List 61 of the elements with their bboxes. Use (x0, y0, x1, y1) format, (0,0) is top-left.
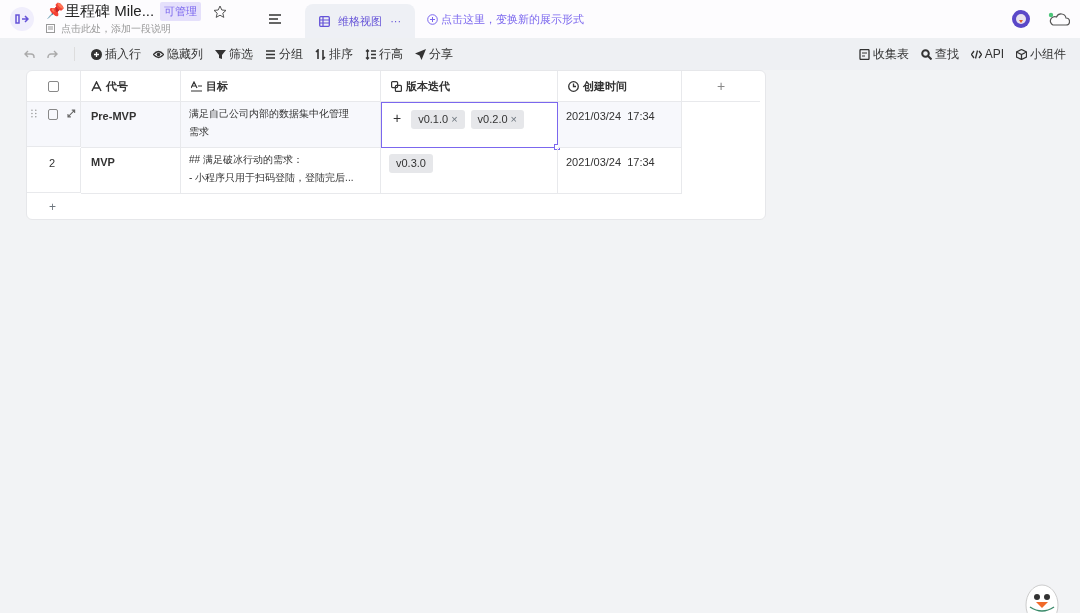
paper-plane-icon (415, 48, 426, 60)
link-cell[interactable]: + v0.1.0 × v0.2.0 × (381, 102, 558, 148)
list-icon (265, 48, 276, 60)
avatar-icon[interactable] (1012, 10, 1030, 28)
search-icon (920, 48, 932, 60)
row-number: 2 (49, 156, 56, 171)
filter-icon (215, 48, 226, 60)
star-icon[interactable] (213, 4, 228, 19)
link-icon (391, 80, 402, 92)
remove-icon[interactable]: × (510, 111, 517, 128)
cube-icon (1016, 48, 1027, 60)
sheet-title: 📌里程碑 Mile... (46, 3, 155, 20)
clock-icon (568, 80, 579, 92)
toolbar-button[interactable]: 筛选 (215, 45, 253, 63)
add-row-button[interactable]: + (49, 197, 56, 216)
logo-icon[interactable] (10, 7, 34, 31)
toolbar-button[interactable]: 排序 (315, 45, 353, 63)
mascot-icon (1024, 583, 1060, 613)
eye-icon (153, 48, 164, 60)
long-text-icon (191, 80, 202, 92)
table-cell: MVP (81, 148, 181, 194)
add-tag-button[interactable]: + (393, 110, 402, 126)
text-field-icon (91, 80, 102, 92)
note-icon (46, 23, 55, 33)
code-icon (970, 48, 982, 60)
permission-tag: 可管理 (160, 2, 202, 21)
form-icon (858, 48, 870, 60)
table-cell: Pre-MVP (81, 102, 181, 148)
view-tab[interactable]: 维格视图 ··· (305, 4, 416, 38)
table-cell-text: 满足自己公司内部的数据集中化管理需求 (189, 107, 350, 139)
version-tag: v0.2.0 × (470, 110, 524, 129)
table-cell-text: - 小程序只用于扫码登陆，登陆完后... (189, 171, 355, 185)
menu-icon[interactable] (269, 14, 282, 24)
sort-icon (315, 48, 326, 60)
table-cell: 2021/03/24 17:34 (558, 148, 682, 194)
expand-icon[interactable] (67, 109, 76, 118)
toolbar-button[interactable]: 分享 (415, 45, 453, 63)
table-cell: 2021/03/24 17:34 (558, 102, 682, 148)
toolbar-button[interactable]: 插入行 (91, 45, 141, 63)
toolbar-button[interactable]: 行高 (365, 45, 403, 63)
version-tag: v0.1.0 × (411, 110, 465, 129)
link-cell[interactable]: v0.3.0 (381, 148, 558, 194)
plus-circle-icon (427, 13, 439, 25)
toolbar-button[interactable]: 收集表 (858, 45, 909, 63)
toolbar-button[interactable]: 查找 (920, 45, 959, 63)
toolbar-button[interactable]: API (970, 45, 1004, 63)
toolbar-button[interactable]: 小组件 (1016, 45, 1066, 63)
plus-circle-icon (91, 48, 102, 60)
row-height-icon (365, 48, 376, 60)
toolbar-button[interactable]: 分组 (265, 45, 303, 63)
cloud-icon[interactable] (1048, 12, 1070, 26)
add-column-button[interactable]: + (682, 71, 760, 102)
remove-icon[interactable]: × (451, 111, 458, 128)
grid-icon (319, 15, 331, 27)
select-all-checkbox[interactable] (48, 80, 59, 92)
add-view-link[interactable]: 点击这里，变换新的展示形式 (421, 9, 591, 29)
table-cell-text: ## 满足破冰行动的需求： (189, 153, 304, 167)
drag-handle-icon[interactable] (31, 109, 37, 118)
version-tag: v0.3.0 (389, 154, 433, 173)
toolbar-button[interactable]: 隐藏列 (153, 45, 203, 63)
row-checkbox[interactable] (47, 109, 59, 120)
